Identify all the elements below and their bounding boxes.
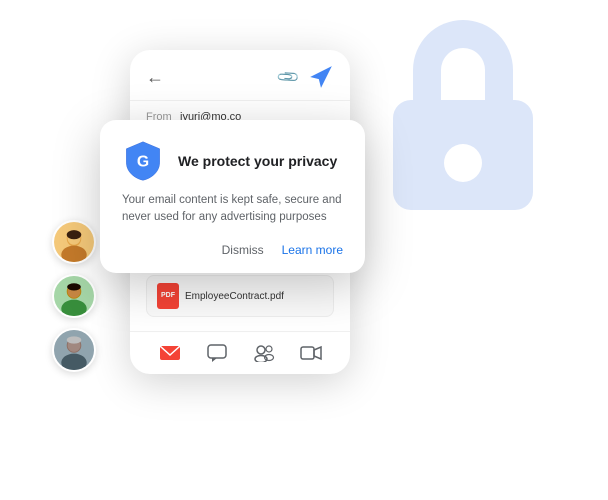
avatar-stack	[52, 220, 96, 372]
meet-footer-icon[interactable]	[253, 342, 275, 364]
avatar-2	[52, 274, 96, 318]
lock-background-icon	[378, 20, 548, 210]
popup-title: We protect your privacy	[178, 153, 337, 169]
privacy-popup: G We protect your privacy Your email con…	[100, 120, 365, 273]
header-icons: 📎	[279, 64, 334, 90]
svg-text:G: G	[137, 153, 149, 170]
popup-header: G We protect your privacy	[122, 140, 343, 182]
popup-description: Your email content is kept safe, secure …	[122, 192, 343, 227]
video-footer-icon[interactable]	[300, 342, 322, 364]
back-button[interactable]: ←	[146, 67, 164, 88]
send-icon[interactable]	[308, 64, 334, 90]
google-shield-icon: G	[122, 140, 164, 182]
chat-footer-icon[interactable]	[206, 342, 228, 364]
learn-more-button[interactable]: Learn more	[282, 243, 343, 257]
phone-footer	[130, 331, 350, 374]
pdf-icon: PDF	[157, 283, 179, 309]
attachment-icon: 📎	[276, 64, 302, 90]
attachment-filename: EmployeeContract.pdf	[185, 289, 284, 305]
dismiss-button[interactable]: Dismiss	[222, 243, 264, 257]
gmail-footer-icon[interactable]	[159, 342, 181, 364]
popup-actions: Dismiss Learn more	[122, 243, 343, 257]
avatar-3	[52, 328, 96, 372]
attachment[interactable]: PDF EmployeeContract.pdf	[146, 275, 334, 317]
scene: ← 📎 From jyuri@mo.co See Just Bloomed em…	[0, 0, 608, 500]
phone-header: ← 📎	[130, 50, 350, 101]
avatar-1	[52, 220, 96, 264]
